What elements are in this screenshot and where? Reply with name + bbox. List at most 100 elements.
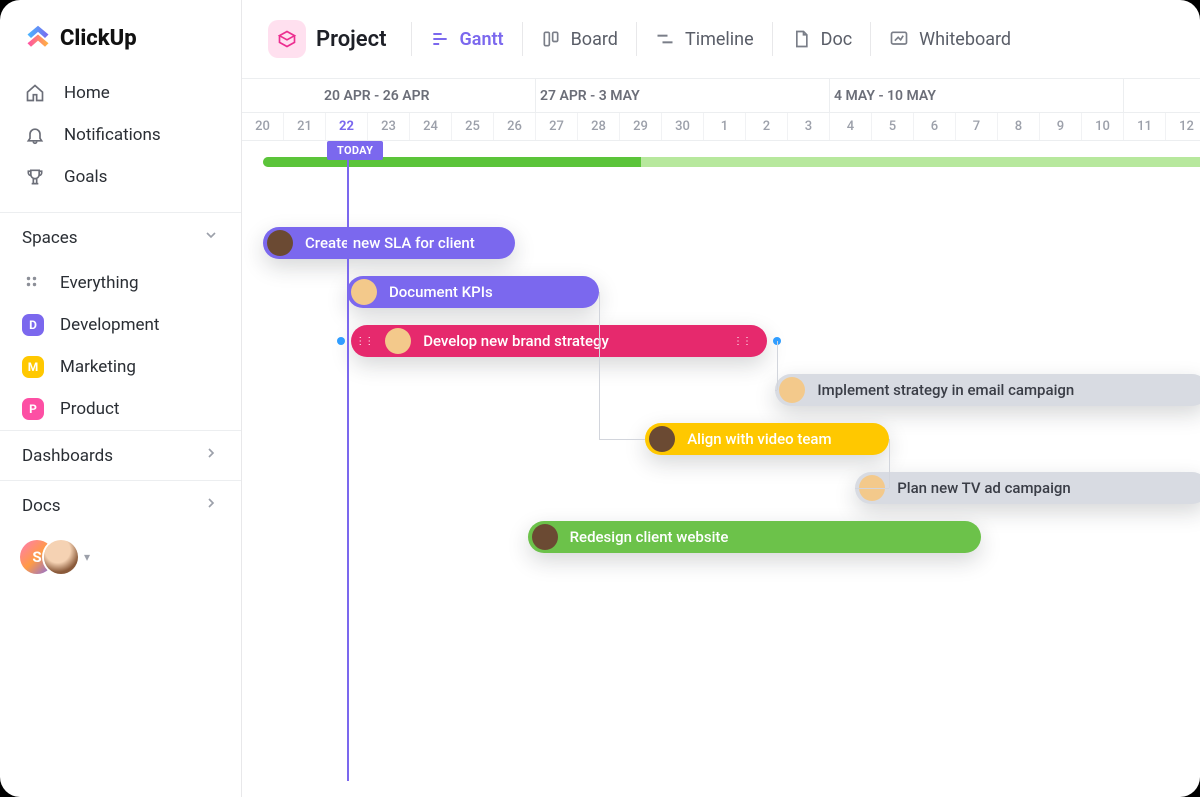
day-label: 22 <box>326 113 368 140</box>
trophy-icon <box>24 166 46 188</box>
separator <box>772 22 773 56</box>
day-label: 11 <box>1124 113 1166 140</box>
nav-item-label: Notifications <box>64 125 161 145</box>
avatar <box>649 426 675 452</box>
space-badge: M <box>22 356 44 378</box>
day-label: 23 <box>368 113 410 140</box>
today-chip: TODAY <box>327 141 383 160</box>
chevron-right-icon <box>203 445 219 466</box>
sidebar: ClickUp Home Notifications Goals <box>0 0 242 797</box>
drag-grip-icon[interactable]: ⋮⋮ <box>355 336 373 347</box>
avatar <box>267 230 293 256</box>
clickup-logo-icon <box>24 24 52 52</box>
view-tab-doc[interactable]: Doc <box>781 23 863 56</box>
dependency-line <box>855 488 889 489</box>
space-everything[interactable]: Everything <box>0 262 241 304</box>
presence-bar[interactable]: S ▾ <box>0 530 241 588</box>
grid-icon <box>22 272 44 294</box>
drag-grip-icon[interactable]: ⋮⋮ <box>733 336 751 347</box>
view-tab-label: Timeline <box>685 29 754 50</box>
spaces-list: D DevelopmentM MarketingP Product <box>0 304 241 430</box>
dependency-line <box>777 341 778 390</box>
view-tab-timeline[interactable]: Timeline <box>645 23 764 56</box>
app-window: ClickUp Home Notifications Goals <box>0 0 1200 797</box>
space-item-marketing[interactable]: M Marketing <box>0 346 241 388</box>
topbar: Project Gantt Board Timeline Doc Whiteboard <box>242 0 1200 79</box>
task-label: Document KPIs <box>389 283 493 301</box>
section-docs[interactable]: Docs <box>0 480 241 530</box>
view-tab-gantt[interactable]: Gantt <box>420 23 514 56</box>
week-label: 20 APR - 26 APR <box>242 79 536 112</box>
space-badge: D <box>22 314 44 336</box>
space-label: Everything <box>60 273 139 293</box>
section-title: Spaces <box>22 228 78 248</box>
day-label: 10 <box>1082 113 1124 140</box>
dependency-handle[interactable] <box>337 337 345 345</box>
gantt-body[interactable]: TODAY Create new SLA for client Document K… <box>242 141 1200 781</box>
nav-item-notifications[interactable]: Notifications <box>0 114 241 156</box>
avatar <box>779 377 805 403</box>
task-bar[interactable]: Align with video team <box>645 423 889 455</box>
day-label: 1 <box>704 113 746 140</box>
today-indicator <box>347 141 349 781</box>
timeline-week-header: 20 APR - 26 APR27 APR - 3 MAY4 MAY - 10 … <box>242 79 1200 113</box>
day-label: 25 <box>452 113 494 140</box>
brand-logo[interactable]: ClickUp <box>0 0 241 70</box>
separator <box>411 22 412 56</box>
day-label: 12 <box>1166 113 1200 140</box>
project-icon <box>268 20 306 58</box>
section-spaces[interactable]: Spaces <box>0 212 241 262</box>
week-label: 4 MAY - 10 MAY <box>830 79 1124 112</box>
nav-item-home[interactable]: Home <box>0 72 241 114</box>
summary-progress-bar[interactable] <box>263 157 1200 167</box>
task-bar[interactable]: Implement strategy in email campaign <box>775 374 1200 406</box>
caret-down-icon: ▾ <box>84 550 90 564</box>
day-label: 4 <box>830 113 872 140</box>
view-tab-label: Board <box>571 29 618 50</box>
space-label: Development <box>60 315 159 335</box>
day-label: 20 <box>242 113 284 140</box>
avatar <box>44 540 78 574</box>
day-label: 2 <box>746 113 788 140</box>
home-icon <box>24 82 46 104</box>
timeline-icon <box>655 29 675 49</box>
nav-item-goals[interactable]: Goals <box>0 156 241 198</box>
task-bar[interactable]: ⋮⋮ Develop new brand strategy ⋮⋮ <box>351 325 767 357</box>
space-item-development[interactable]: D Development <box>0 304 241 346</box>
task-bar[interactable]: Create new SLA for client <box>263 227 515 259</box>
task-label: Redesign client website <box>570 528 729 546</box>
day-label: 8 <box>998 113 1040 140</box>
brand-name: ClickUp <box>60 26 137 51</box>
space-item-product[interactable]: P Product <box>0 388 241 430</box>
separator <box>522 22 523 56</box>
view-tab-label: Doc <box>821 29 853 50</box>
day-label: 3 <box>788 113 830 140</box>
day-label: 6 <box>914 113 956 140</box>
main-area: Project GanttBoardTimelineDocWhiteboard … <box>242 0 1200 797</box>
section-title: Docs <box>22 496 61 516</box>
week-label: 27 APR - 3 MAY <box>536 79 830 112</box>
space-label: Marketing <box>60 357 136 377</box>
chevron-right-icon <box>203 495 219 516</box>
day-label: 21 <box>284 113 326 140</box>
nav-item-label: Goals <box>64 167 107 187</box>
view-tab-board[interactable]: Board <box>531 23 628 56</box>
task-label: Plan new TV ad campaign <box>897 479 1071 497</box>
task-bar[interactable]: Document KPIs <box>347 276 599 308</box>
section-dashboards[interactable]: Dashboards <box>0 430 241 480</box>
task-bar[interactable]: Redesign client website <box>528 521 982 553</box>
day-label: 29 <box>620 113 662 140</box>
day-label: 30 <box>662 113 704 140</box>
view-tab-whiteboard[interactable]: Whiteboard <box>879 23 1021 56</box>
task-label: Create new SLA for client <box>305 234 475 252</box>
task-bar[interactable]: Plan new TV ad campaign <box>855 472 1200 504</box>
separator <box>636 22 637 56</box>
timeline-day-header: 2021222324252627282930123456789101112 <box>242 113 1200 141</box>
day-label: 24 <box>410 113 452 140</box>
nav-primary: Home Notifications Goals <box>0 70 241 212</box>
doc-icon <box>791 29 811 49</box>
board-icon <box>541 29 561 49</box>
task-label: Develop new brand strategy <box>423 332 609 350</box>
project-title: Project <box>316 27 387 52</box>
day-label: 9 <box>1040 113 1082 140</box>
